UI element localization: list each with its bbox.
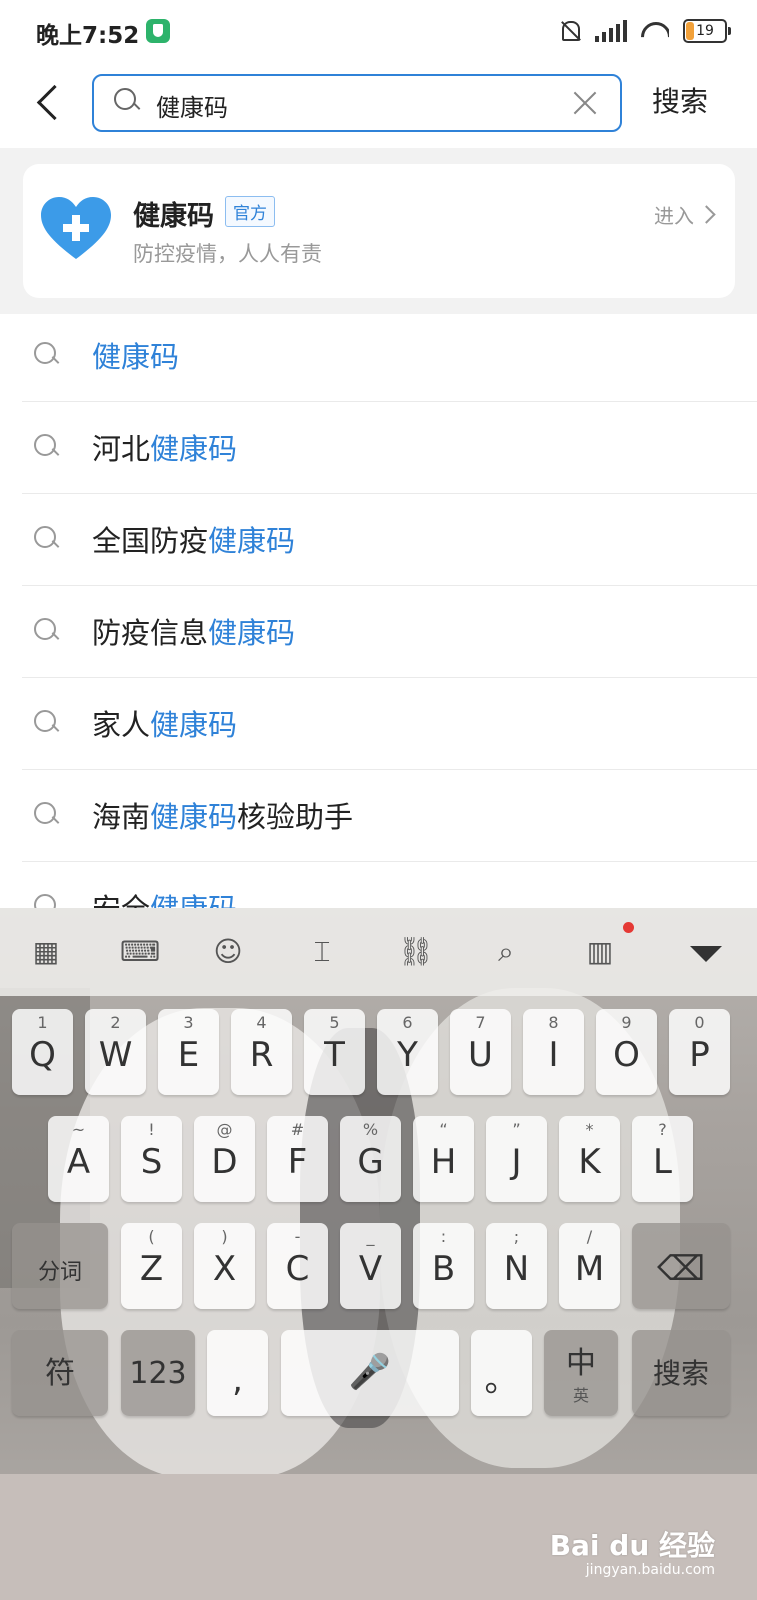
key-x[interactable]: ) X (194, 1223, 255, 1309)
key-u[interactable]: 7U (450, 1009, 511, 1095)
key-l[interactable]: ? L (632, 1116, 693, 1202)
suggestion-highlight: 健康码 (150, 432, 238, 466)
search-icon (114, 88, 138, 112)
key-enter-search[interactable]: 搜索 (632, 1330, 730, 1416)
keyboard-toolbar: ▦ ⌨ ☺ ⌶ ⛓ ⌕ ▥ (0, 908, 757, 996)
notification-dot (623, 922, 634, 933)
suggestion-prefix: 家人 (92, 708, 151, 742)
key-r[interactable]: 4R (231, 1009, 292, 1095)
key-123[interactable]: 123 (121, 1330, 195, 1416)
backspace-icon: ⌫ (656, 1249, 706, 1289)
clear-icon[interactable] (572, 90, 598, 116)
key-j[interactable]: ” J (486, 1116, 547, 1202)
suggestion-item[interactable]: 河北健康码 (22, 402, 757, 494)
official-result-area: 健康码 官方 防控疫情，人人有责 进入 (0, 148, 757, 314)
key-p[interactable]: 0P (669, 1009, 730, 1095)
microphone-icon: 🎤 (348, 1352, 392, 1392)
key-s[interactable]: ! S (121, 1116, 182, 1202)
status-bar: 晚上7:52 19 (0, 0, 757, 62)
key-w[interactable]: 2W (85, 1009, 146, 1095)
search-header: 健康码 搜索 (0, 62, 757, 148)
key-t[interactable]: 5T (304, 1009, 365, 1095)
suggestion-prefix: 防疫信息 (92, 616, 209, 650)
suggestion-highlight: 健康码 (208, 616, 296, 650)
search-icon (34, 526, 58, 550)
book-icon[interactable]: ▥ (584, 936, 616, 968)
health-heart-icon (41, 197, 111, 261)
search-icon (34, 618, 58, 642)
suggestion-highlight: 健康码 (92, 340, 180, 374)
suggestion-prefix: 全国防疫 (92, 524, 209, 558)
key-k[interactable]: * K (559, 1116, 620, 1202)
key-period[interactable]: 。 (471, 1330, 532, 1416)
enter-label: 进入 (654, 204, 694, 228)
shield-icon (146, 19, 170, 43)
suggestion-item[interactable]: 健康码 (22, 310, 757, 402)
cursor-icon[interactable]: ⌶ (306, 936, 338, 968)
search-icon (34, 342, 58, 366)
key-o[interactable]: 9O (596, 1009, 657, 1095)
mute-bell-icon (559, 19, 581, 43)
key-shift-segment[interactable]: 分词 (12, 1223, 108, 1309)
suggestion-highlight: 健康码 (150, 800, 238, 834)
suggestion-item[interactable]: 海南健康码核验助手 (22, 770, 757, 862)
suggestion-item[interactable]: 全国防疫健康码 (22, 494, 757, 586)
suggestion-item[interactable]: 家人健康码 (22, 678, 757, 770)
suggestion-prefix: 海南 (92, 800, 151, 834)
search-icon (34, 434, 58, 458)
key-backspace[interactable]: ⌫ (632, 1223, 730, 1309)
key-h[interactable]: “H (413, 1116, 474, 1202)
key-n[interactable]: ; N (486, 1223, 547, 1309)
suggestion-highlight: 健康码 (208, 524, 296, 558)
key-z[interactable]: (Z (121, 1223, 182, 1309)
status-time: 晚上7:52 (36, 23, 140, 49)
search-icon (34, 802, 58, 826)
search-icon (34, 710, 58, 734)
suggestion-prefix: 河北 (92, 432, 151, 466)
search-query[interactable]: 健康码 (156, 88, 228, 123)
key-b[interactable]: :B (413, 1223, 474, 1309)
key-i[interactable]: 8I (523, 1009, 584, 1095)
search-icon[interactable]: ⌕ (490, 936, 522, 968)
enter-link[interactable]: 进入 (654, 200, 716, 229)
link-icon[interactable]: ⛓ (398, 936, 434, 968)
signal-icon (595, 20, 627, 42)
battery-icon: 19 (683, 19, 731, 43)
suggestion-suffix: 核验助手 (237, 800, 354, 834)
key-a[interactable]: ~ A (48, 1116, 109, 1202)
key-m[interactable]: / M (559, 1223, 620, 1309)
suggestion-item[interactable]: 防疫信息健康码 (22, 586, 757, 678)
keyboard-switch-icon[interactable]: ⌨ (120, 936, 160, 968)
watermark-url: jingyan.baidu.com (585, 1562, 715, 1578)
official-subtitle: 防控疫情，人人有责 (133, 242, 322, 266)
search-button[interactable]: 搜索 (652, 80, 708, 120)
grid-menu-icon[interactable]: ▦ (30, 936, 62, 968)
key-d[interactable]: @ D (194, 1116, 255, 1202)
key-y[interactable]: 6Y (377, 1009, 438, 1095)
key-f[interactable]: # F (267, 1116, 328, 1202)
chevron-right-icon (697, 205, 716, 224)
search-input[interactable]: 健康码 (92, 74, 622, 132)
suggestion-highlight: 健康码 (150, 708, 238, 742)
baidu-watermark: Bai du 经验 (549, 1529, 715, 1562)
emoji-icon[interactable]: ☺ (212, 936, 244, 968)
battery-level: 19 (696, 23, 714, 39)
key-comma[interactable]: , (207, 1330, 268, 1416)
official-card[interactable]: 健康码 官方 防控疫情，人人有责 进入 (23, 164, 735, 298)
key-v[interactable]: _ V (340, 1223, 401, 1309)
collapse-keyboard-icon[interactable] (690, 946, 722, 962)
wifi-icon (641, 20, 669, 42)
back-arrow-icon[interactable] (30, 82, 70, 122)
key-c[interactable]: -C (267, 1223, 328, 1309)
status-icons: 19 (559, 16, 731, 46)
official-badge: 官方 (225, 196, 275, 227)
key-space-voice[interactable]: 🎤 (281, 1330, 459, 1416)
key-e[interactable]: 3E (158, 1009, 219, 1095)
official-title: 健康码 (133, 201, 214, 232)
key-g[interactable]: % G (340, 1116, 401, 1202)
key-language[interactable]: 中英 (544, 1330, 618, 1416)
key-symbols[interactable]: 符 (12, 1330, 108, 1416)
key-q[interactable]: 1Q (12, 1009, 73, 1095)
